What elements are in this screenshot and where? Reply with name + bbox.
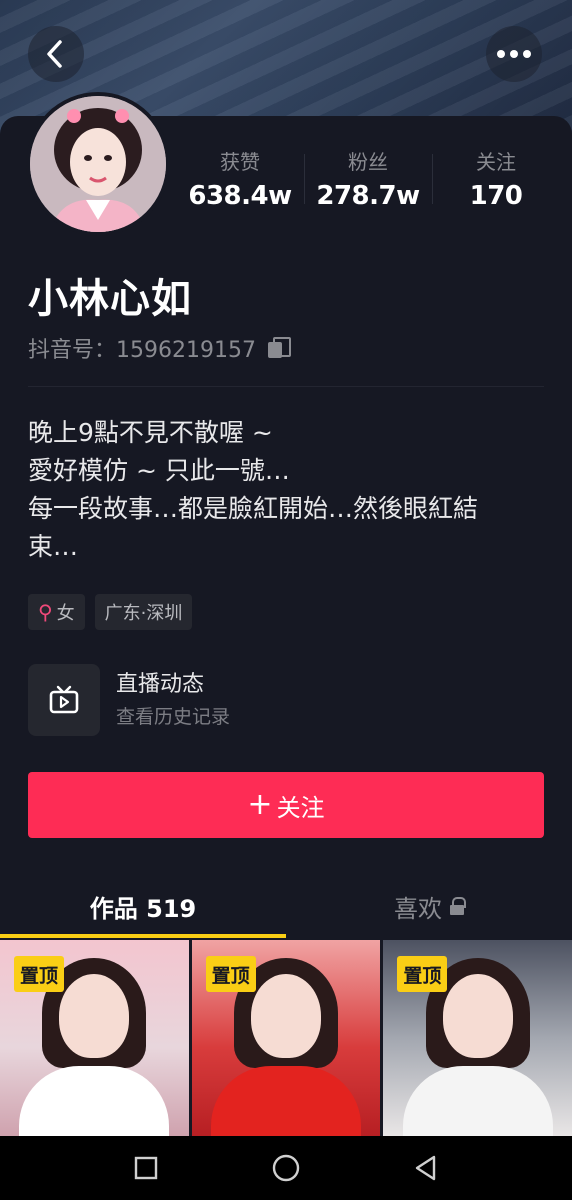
more-dots-icon [497, 50, 531, 58]
avatar[interactable] [26, 92, 170, 236]
location-tag: 广东·深圳 [94, 594, 193, 630]
thumb-figure-face [59, 974, 130, 1058]
tab-likes-label: 喜欢 [394, 894, 442, 923]
video-grid: 置顶 置顶 置顶 [0, 940, 572, 1136]
thumb-figure-shirt [402, 1066, 553, 1136]
lock-icon [450, 897, 466, 915]
tab-active-indicator [0, 934, 286, 938]
live-history-entry[interactable]: 直播动态 查看历史记录 [28, 664, 230, 736]
thumb-figure-face [251, 974, 321, 1058]
bio: 晚上9點不見不散喔 ~ 愛好模仿 ~ 只此一號… 每一段故事…都是臉紅開始…然後… [28, 414, 548, 566]
live-text: 直播动态 查看历史记录 [116, 668, 230, 732]
gender-tag: ⚲ 女 [28, 594, 85, 630]
nickname: 小林心如 [28, 276, 192, 322]
pinned-badge: 置顶 [14, 956, 65, 992]
gender-label: 女 [56, 603, 75, 624]
pinned-badge: 置顶 [397, 956, 448, 992]
video-thumbnail[interactable]: 置顶 [0, 940, 189, 1136]
live-subtitle: 查看历史记录 [116, 706, 231, 728]
stat-label: 关注 [476, 150, 516, 174]
follow-label: 关注 [276, 793, 325, 822]
divider [28, 386, 544, 387]
douyin-id: 抖音号：1596219157 [28, 338, 256, 363]
system-nav-bar [0, 1136, 572, 1200]
content-tabs: 作品 519 喜欢 [0, 878, 572, 934]
tab-works-label: 作品 519 [89, 894, 197, 923]
stat-value: 278.7w [316, 181, 420, 211]
plus-icon: + [247, 787, 273, 822]
video-thumbnail[interactable]: 置顶 [191, 940, 381, 1136]
pinned-badge: 置顶 [205, 956, 256, 992]
stat-followers[interactable]: 粉丝 278.7w [304, 146, 432, 216]
thumb-figure-face [442, 974, 513, 1058]
thumb-figure-shirt [211, 1066, 361, 1136]
stats-row: 获赞 638.4w 粉丝 278.7w 关注 170 [176, 146, 560, 216]
back-button[interactable] [28, 26, 84, 82]
avatar-portrait [30, 96, 166, 232]
bio-line: 束… [28, 532, 79, 561]
more-button[interactable] [486, 26, 542, 82]
live-icon-box [28, 664, 100, 736]
stat-following[interactable]: 关注 170 [432, 146, 560, 216]
system-back-button[interactable] [406, 1148, 446, 1188]
location-label: 广东·深圳 [104, 603, 183, 624]
bio-line: 愛好模仿 ~ 只此一號… [28, 456, 290, 485]
back-arrow-icon [47, 40, 62, 68]
stat-likes[interactable]: 获赞 638.4w [176, 146, 304, 216]
stat-value: 638.4w [188, 181, 292, 211]
bio-line: 晚上9點不見不散喔 ~ [28, 418, 273, 447]
stat-value: 170 [469, 181, 523, 211]
live-title: 直播动态 [116, 672, 205, 697]
stat-label: 获赞 [220, 150, 260, 174]
home-button[interactable] [266, 1148, 306, 1188]
circle-icon [272, 1154, 300, 1182]
thumb-figure-shirt [19, 1066, 170, 1136]
triangle-back-icon [415, 1155, 436, 1181]
bio-line: 每一段故事…都是臉紅開始…然後眼紅結 [28, 494, 479, 523]
follow-button[interactable]: + 关注 [28, 772, 544, 838]
tv-play-icon [49, 685, 79, 714]
douyin-id-row: 抖音号：1596219157 [28, 332, 291, 364]
recents-button[interactable] [126, 1148, 166, 1188]
copy-icon[interactable] [267, 337, 291, 359]
square-icon [134, 1156, 158, 1180]
tab-works[interactable]: 作品 519 [0, 878, 286, 934]
stat-label: 粉丝 [348, 150, 388, 174]
video-thumbnail[interactable]: 置顶 [383, 940, 572, 1136]
tab-likes[interactable]: 喜欢 [286, 878, 572, 934]
female-icon: ⚲ [38, 600, 53, 624]
profile-tags: ⚲ 女 广东·深圳 [28, 594, 193, 630]
